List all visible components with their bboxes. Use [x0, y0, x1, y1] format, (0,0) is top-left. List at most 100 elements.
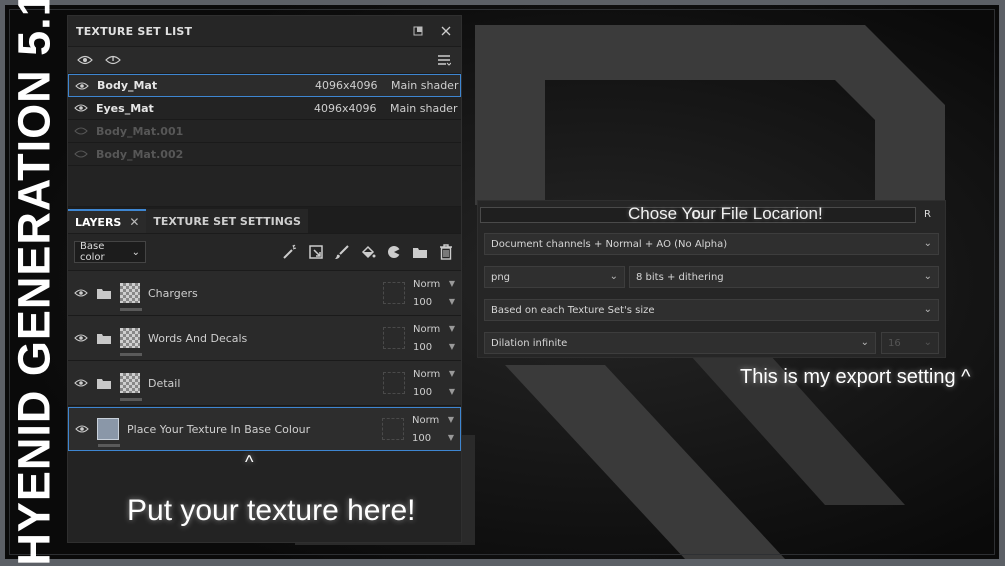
opacity-value: 100 [413, 386, 433, 398]
texture-set-rows: Body_Mat 4096x4096 Main shader Eyes_Mat … [68, 74, 461, 207]
layer-blend-controls: Norm ▼ 100 ▼ [412, 415, 454, 444]
dilation-amount-select[interactable]: 16 ⌄ [881, 332, 939, 354]
eye-info-icon[interactable] [104, 51, 122, 69]
opacity-value: 100 [413, 341, 433, 353]
chevron-down-icon: ▼ [448, 323, 455, 333]
folder-icon [96, 332, 114, 345]
channels-row: Document channels + Normal + AO (No Alph… [484, 233, 939, 255]
magic-wand-icon[interactable] [281, 243, 299, 261]
trash-icon[interactable] [437, 243, 455, 261]
texture-set-row[interactable]: Body_Mat.001 [68, 120, 461, 143]
layer-thumbnail [97, 418, 120, 447]
texture-set-list-empty-space [68, 166, 461, 207]
layer-blend-controls: Norm ▼ 100 ▼ [413, 279, 455, 308]
visibility-eye-icon[interactable] [74, 288, 90, 298]
folder-icon[interactable] [411, 243, 429, 261]
layer-name: Detail [148, 376, 181, 390]
texture-set-list-title: TEXTURE SET LIST [76, 24, 193, 38]
layer-row[interactable]: Detail Norm ▼ 100 ▼ [68, 361, 461, 406]
texture-set-resolution: 4096x4096 [315, 79, 378, 92]
layer-thumbnail [120, 373, 142, 401]
hidden-eye-icon[interactable] [74, 125, 90, 137]
opacity-select[interactable]: 100 ▼ [413, 387, 455, 398]
layer-mask-slot[interactable] [382, 418, 404, 440]
list-menu-icon[interactable] [435, 51, 453, 69]
visibility-eye-icon[interactable] [74, 333, 90, 343]
blend-mode-select[interactable]: Norm ▼ [413, 279, 455, 290]
blend-mode-select[interactable]: Norm ▼ [413, 369, 455, 380]
dilation-row: Dilation infinite ⌄ 16 ⌄ [484, 332, 939, 354]
chevron-down-icon: ⌄ [923, 337, 932, 348]
blend-mode-select[interactable]: Norm ▼ [413, 324, 455, 335]
layer-row[interactable]: Chargers Norm ▼ 100 ▼ [68, 271, 461, 316]
paint-bucket-icon[interactable] [359, 243, 377, 261]
visibility-eye-icon[interactable] [75, 424, 91, 434]
tab-texture-set-settings-label: TEXTURE SET SETTINGS [153, 214, 301, 228]
blend-mode-select[interactable]: Norm ▼ [412, 415, 454, 426]
chevron-down-icon: ▼ [448, 278, 455, 288]
texture-set-row[interactable]: Body_Mat.002 [68, 143, 461, 166]
vertical-title: HYENID GENERATION 5.1 [9, 0, 61, 566]
chevron-down-icon: ▼ [447, 432, 454, 442]
layer-row[interactable]: Words And Decals Norm ▼ 100 ▼ [68, 316, 461, 361]
texture-set-row[interactable]: Eyes_Mat 4096x4096 Main shader [68, 97, 461, 120]
layer-name: Place Your Texture In Base Colour [127, 422, 311, 436]
vertical-title-text: HYENID GENERATION 5.1 [9, 0, 61, 566]
size-row: Based on each Texture Set's size ⌄ [484, 299, 939, 321]
tab-texture-set-settings[interactable]: TEXTURE SET SETTINGS [146, 209, 308, 233]
texture-set-resolution: 4096x4096 [314, 101, 377, 115]
bit-depth-value: 8 bits + dithering [636, 271, 724, 283]
layers-tab-bar: LAYERS ✕ TEXTURE SET SETTINGS [68, 207, 461, 234]
format-row: png ⌄ 8 bits + dithering ⌄ [484, 266, 939, 288]
blend-mode-value: Norm [412, 414, 440, 426]
dilation-select[interactable]: Dilation infinite ⌄ [484, 332, 876, 354]
opacity-select[interactable]: 100 ▼ [412, 433, 454, 444]
size-select[interactable]: Based on each Texture Set's size ⌄ [484, 299, 939, 321]
add-fill-layer-icon[interactable] [307, 243, 325, 261]
opacity-select[interactable]: 100 ▼ [413, 297, 455, 308]
bit-depth-select[interactable]: 8 bits + dithering ⌄ [629, 266, 939, 288]
channel-select[interactable]: Base color ⌄ [74, 241, 146, 263]
opacity-value: 100 [413, 296, 433, 308]
chevron-down-icon: ⌄ [860, 337, 869, 348]
texture-set-shader: Main shader [391, 79, 459, 92]
layer-row[interactable]: Place Your Texture In Base Colour Norm ▼ … [68, 407, 461, 451]
opacity-select[interactable]: 100 ▼ [413, 342, 455, 353]
texture-set-list-header: TEXTURE SET LIST [68, 16, 461, 47]
chevron-down-icon: ▼ [448, 341, 455, 351]
chevron-down-icon: ▼ [448, 296, 455, 306]
texture-set-name: Body_Mat [97, 79, 158, 92]
texture-set-row[interactable]: Body_Mat 4096x4096 Main shader [68, 74, 461, 97]
visibility-eye-icon[interactable] [74, 378, 90, 388]
smart-mask-icon[interactable] [385, 243, 403, 261]
texture-set-name: Eyes_Mat [96, 101, 154, 115]
format-select[interactable]: png ⌄ [484, 266, 625, 288]
thumbnail-bar [120, 398, 142, 401]
chevron-down-icon: ⌄ [923, 238, 932, 249]
tab-layers[interactable]: LAYERS ✕ [68, 209, 147, 233]
maximize-icon[interactable] [411, 24, 425, 38]
layer-mask-slot[interactable] [383, 372, 405, 394]
close-icon[interactable] [439, 24, 453, 38]
chevron-down-icon: ⌄ [923, 304, 932, 315]
tab-close-icon[interactable]: ✕ [129, 215, 139, 229]
chevron-down-icon: ⌄ [923, 271, 932, 282]
layer-mask-slot[interactable] [383, 327, 405, 349]
hidden-eye-icon[interactable] [74, 148, 90, 160]
layer-blend-controls: Norm ▼ 100 ▼ [413, 324, 455, 353]
layer-thumbnail [120, 328, 142, 356]
visibility-eye-icon[interactable] [74, 102, 90, 114]
channels-select[interactable]: Document channels + Normal + AO (No Alph… [484, 233, 939, 255]
export-note: This is my export setting ^ [740, 366, 971, 388]
layer-thumbnail [120, 283, 142, 311]
layer-mask-slot[interactable] [383, 282, 405, 304]
export-settings-panel: D: Chose Your File Locarion! R Document … [477, 200, 946, 358]
layer-blend-controls: Norm ▼ 100 ▼ [413, 369, 455, 398]
layer-name: Words And Decals [148, 331, 248, 345]
chevron-down-icon: ⌄ [609, 271, 618, 282]
visibility-eye-icon[interactable] [75, 80, 91, 92]
eye-refresh-icon[interactable] [76, 51, 94, 69]
texture-set-toolbar [68, 47, 461, 74]
brush-icon[interactable] [333, 243, 351, 261]
chevron-down-icon: ▼ [448, 386, 455, 396]
